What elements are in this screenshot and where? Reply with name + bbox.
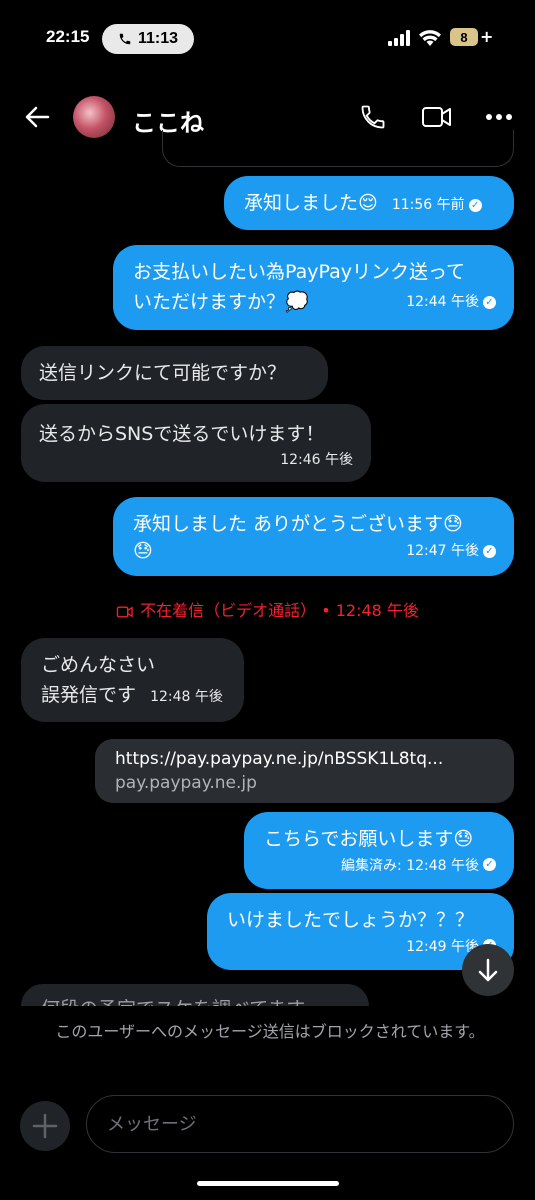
blocked-notice: このユーザーへのメッセージ送信はブロックされています。: [55, 1022, 485, 1041]
status-time: 22:15: [46, 27, 90, 46]
previous-message-edge: [162, 130, 514, 167]
phone-icon: [119, 33, 131, 45]
arrow-down-icon: [478, 958, 498, 982]
back-arrow-icon[interactable]: [24, 105, 50, 129]
message-input[interactable]: [86, 1095, 514, 1153]
message-time: 編集済み: 12:48 午後: [341, 858, 479, 874]
message-bubble-sent[interactable]: こちらでお願いします😓 編集済み: 12:48 午後 ✓: [244, 812, 514, 889]
message-time: 12:47 午後: [406, 543, 479, 559]
home-indicator[interactable]: [197, 1181, 339, 1186]
message-text: 承知しました ありがとうございます😓: [133, 513, 463, 535]
contact-avatar[interactable]: [73, 96, 115, 138]
message-bubble-sent[interactable]: 承知しました😌 11:56 午前 ✓: [224, 176, 514, 230]
message-bubble-received[interactable]: 送信リンクにて可能ですか？: [21, 346, 328, 400]
message-text: いけましたでしょうか？？？: [227, 909, 475, 931]
message-text: ごめんなさい: [41, 654, 156, 676]
signal-icon: [388, 30, 410, 46]
read-check-icon: ✓: [483, 544, 496, 558]
wifi-icon: [419, 30, 441, 46]
link-url: https://pay.paypay.ne.jp/nBSSK1L8tq...: [115, 749, 444, 769]
message-time: 12:46 午後: [280, 452, 353, 468]
scroll-to-bottom-button[interactable]: [462, 944, 514, 996]
call-duration: 11:13: [137, 30, 179, 47]
charging-plus-icon: +: [480, 27, 494, 46]
message-text: こちらでお願いします😓: [264, 828, 474, 850]
missed-call-label: 不在着信（ビデオ通話）: [140, 601, 317, 620]
link-domain: pay.paypay.ne.jp: [115, 773, 257, 793]
plus-icon: [32, 1113, 58, 1139]
message-time: 12:48 午後: [150, 689, 223, 705]
message-text: 承知しました😌: [244, 192, 378, 214]
message-text: お支払いしたい為PayPayリンク送って: [133, 261, 466, 283]
video-missed-icon: [116, 605, 133, 618]
message-text: 😓: [133, 540, 153, 562]
message-text: 送るからSNSで送るでいけます！: [39, 423, 325, 445]
video-call-icon[interactable]: [421, 104, 453, 130]
more-options-icon[interactable]: [485, 113, 513, 121]
missed-call-notice[interactable]: 不在着信（ビデオ通話） • 12:48 午後: [0, 597, 535, 621]
read-check-icon: ✓: [468, 198, 482, 212]
missed-call-time: • 12:48 午後: [321, 601, 419, 620]
message-bubble-sent[interactable]: お支払いしたい為PayPayリンク送って いただけますか？💭 12:44 午後 ✓: [113, 245, 514, 330]
battery-indicator: 8: [450, 28, 478, 46]
message-time: 12:44 午後: [406, 294, 479, 310]
message-bubble-received[interactable]: ごめんなさい 誤発信です 12:48 午後: [21, 638, 244, 722]
attach-button[interactable]: [20, 1101, 70, 1151]
message-text: 誤発信です: [41, 684, 137, 706]
link-preview-card[interactable]: https://pay.paypay.ne.jp/nBSSK1L8tq... p…: [95, 739, 514, 803]
read-check-icon: ✓: [483, 858, 496, 871]
message-time: 11:56 午前: [391, 197, 465, 213]
message-text: 送信リンクにて可能ですか？: [39, 362, 287, 384]
voice-call-icon[interactable]: [359, 103, 387, 131]
message-text: いただけますか？💭: [133, 291, 309, 313]
ongoing-call-pill[interactable]: 11:13: [102, 24, 194, 54]
message-bubble-received[interactable]: 送るからSNSで送るでいけます！ 12:46 午後: [21, 404, 371, 482]
read-check-icon: ✓: [483, 295, 496, 309]
message-bubble-sent[interactable]: 承知しました ありがとうございます😓 😓 12:47 午後 ✓: [113, 497, 514, 576]
